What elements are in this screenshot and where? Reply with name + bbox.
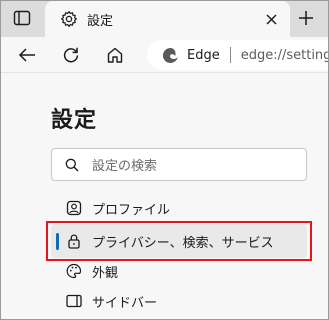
site-identity-label: Edge <box>187 47 220 63</box>
refresh-icon <box>63 47 79 63</box>
refresh-button[interactable] <box>57 41 85 69</box>
settings-search-input[interactable]: 設定の検索 <box>51 148 307 181</box>
plus-icon <box>299 11 313 25</box>
tab-title: 設定 <box>87 13 114 29</box>
back-button[interactable] <box>13 41 41 69</box>
tab-strip: 設定 <box>1 1 328 37</box>
tab-actions-icon <box>13 10 31 26</box>
page-title: 設定 <box>51 108 98 133</box>
gear-icon <box>59 9 79 29</box>
highlight-box <box>46 221 312 261</box>
omnibox-divider <box>229 47 231 63</box>
sidebar-item-label: 外観 <box>92 265 119 281</box>
search-placeholder: 設定の検索 <box>92 159 158 174</box>
sidebar-icon <box>65 292 83 310</box>
new-tab-button[interactable] <box>293 5 319 31</box>
home-icon <box>107 47 123 63</box>
home-button[interactable] <box>101 41 129 69</box>
tab-settings[interactable]: 設定 <box>45 1 290 37</box>
toolbar: Edge edge://settings <box>1 37 328 73</box>
sidebar-item-label: プロファイル <box>92 202 171 218</box>
edge-logo-icon <box>161 46 179 64</box>
url-text: edge://settings <box>240 47 329 63</box>
sidebar-item-sidebar[interactable]: サイドバー <box>51 284 307 318</box>
palette-icon <box>65 262 83 280</box>
close-icon <box>266 14 276 24</box>
close-tab-button[interactable] <box>262 10 280 28</box>
search-icon <box>64 157 80 173</box>
tab-actions-button[interactable] <box>7 5 37 31</box>
profile-icon <box>65 199 83 217</box>
browser-window: 設定 Edge edge://settings 設定 設定の検索 プロファイル … <box>0 0 329 320</box>
sidebar-item-profiles[interactable]: プロファイル <box>51 191 307 225</box>
back-arrow-icon <box>18 48 35 62</box>
sidebar-item-label: サイドバー <box>92 295 158 311</box>
address-bar[interactable]: Edge edge://settings <box>147 40 329 70</box>
